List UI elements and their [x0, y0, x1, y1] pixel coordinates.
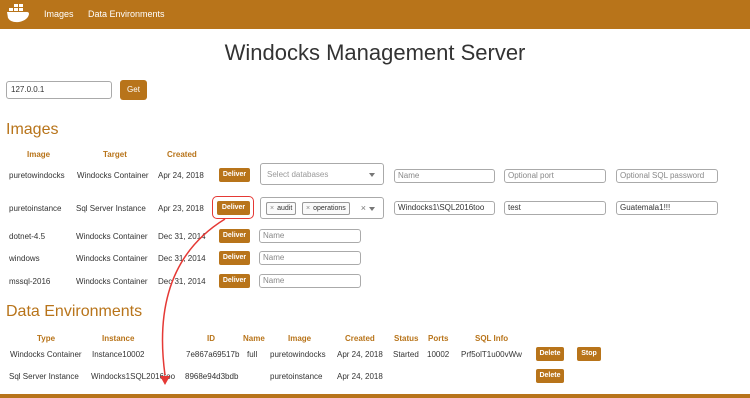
deliver-button[interactable]: Deliver	[219, 251, 250, 265]
image-target: Sql Server Instance	[76, 204, 146, 213]
remove-tag-icon[interactable]: ×	[270, 205, 274, 212]
page-title: Windocks Management Server	[224, 40, 526, 65]
image-target: Windocks Container	[76, 254, 148, 263]
port-field[interactable]: test	[504, 201, 606, 215]
remove-tag-icon[interactable]: ×	[306, 205, 310, 212]
sql-password-field[interactable]: Guatemala1!!!	[616, 201, 718, 215]
deliver-button[interactable]: Deliver	[219, 229, 250, 243]
env-id: 8968e94d3bdb	[185, 372, 239, 381]
nav-data-environments[interactable]: Data Environments	[88, 9, 165, 19]
image-name: puretowindocks	[9, 171, 65, 180]
env-instance: Instance10002	[92, 350, 145, 359]
env-header-created: Created	[345, 334, 375, 343]
env-header-status: Status	[394, 334, 419, 343]
env-ports: 10002	[427, 350, 450, 359]
deliver-highlight-annotation	[212, 196, 254, 219]
name-field[interactable]: Name	[259, 251, 361, 265]
sql-password-field[interactable]: Optional SQL password	[616, 169, 718, 183]
deliver-button[interactable]: Deliver	[219, 168, 250, 182]
image-name: puretoinstance	[9, 204, 62, 213]
name-field[interactable]: Windocks1\SQL2016too	[394, 201, 495, 215]
port-field[interactable]: Optional port	[504, 169, 606, 183]
image-created: Apr 23, 2018	[158, 204, 204, 213]
env-id: 7e867a69517b	[186, 350, 240, 359]
env-header-name: Name	[243, 334, 265, 343]
images-section-title: Images	[6, 121, 59, 138]
env-header-ports: Ports	[428, 334, 449, 343]
image-target: Windocks Container	[77, 171, 149, 180]
clear-selection-icon[interactable]: ×	[361, 203, 366, 213]
env-header-instance: Instance	[102, 334, 135, 343]
image-name: mssql-2016	[9, 277, 51, 286]
images-header-target: Target	[103, 150, 127, 159]
docker-whale-icon[interactable]	[6, 3, 30, 25]
env-header-sql-info: SQL Info	[475, 334, 509, 343]
database-select[interactable]: × audit × operations ×	[260, 197, 384, 219]
images-header-created: Created	[167, 150, 197, 159]
image-name: windows	[9, 254, 40, 263]
database-select-placeholder: Select databases	[267, 170, 329, 179]
chevron-down-icon[interactable]	[369, 173, 375, 177]
database-tag: × audit	[266, 202, 297, 215]
get-button[interactable]: Get	[120, 80, 147, 100]
delete-button[interactable]: Delete	[536, 369, 564, 383]
env-name: full	[247, 350, 258, 359]
image-target: Windocks Container	[76, 277, 148, 286]
delete-button[interactable]: Delete	[536, 347, 564, 361]
bottom-bar	[0, 394, 750, 398]
env-header-image: Image	[288, 334, 312, 343]
image-created: Dec 31, 2014	[158, 254, 206, 263]
env-created: Apr 24, 2018	[337, 350, 383, 359]
env-status: Started	[393, 350, 419, 359]
env-image: puretoinstance	[270, 372, 323, 381]
server-ip-input[interactable]: 127.0.0.1	[6, 81, 112, 99]
top-navbar: Images Data Environments	[0, 0, 750, 29]
database-select[interactable]: Select databases	[260, 163, 384, 185]
name-field[interactable]: Name	[394, 169, 495, 183]
name-field[interactable]: Name	[259, 274, 361, 288]
image-target: Windocks Container	[76, 232, 148, 241]
image-created: Dec 31, 2014	[158, 277, 206, 286]
nav-images[interactable]: Images	[44, 9, 74, 19]
images-header-image: Image	[27, 150, 51, 159]
env-image: puretowindocks	[270, 350, 326, 359]
env-header-id: ID	[207, 334, 215, 343]
env-header-type: Type	[37, 334, 56, 343]
data-environments-section-title: Data Environments	[6, 303, 143, 320]
image-name: dotnet-4.5	[9, 232, 46, 241]
deliver-button[interactable]: Deliver	[219, 274, 250, 288]
database-tag: × operations	[302, 202, 350, 215]
chevron-down-icon[interactable]	[369, 207, 375, 211]
env-created: Apr 24, 2018	[337, 372, 383, 381]
env-type: Windocks Container	[10, 350, 82, 359]
image-created: Dec 31, 2014	[158, 232, 206, 241]
env-type: Sql Server Instance	[9, 372, 79, 381]
image-created: Apr 24, 2018	[158, 171, 204, 180]
name-field[interactable]: Name	[259, 229, 361, 243]
env-sql-info: Prf5olT1u00vWw	[461, 350, 522, 359]
stop-button[interactable]: Stop	[577, 347, 601, 361]
env-instance: Windocks1SQL2016too	[91, 372, 176, 381]
